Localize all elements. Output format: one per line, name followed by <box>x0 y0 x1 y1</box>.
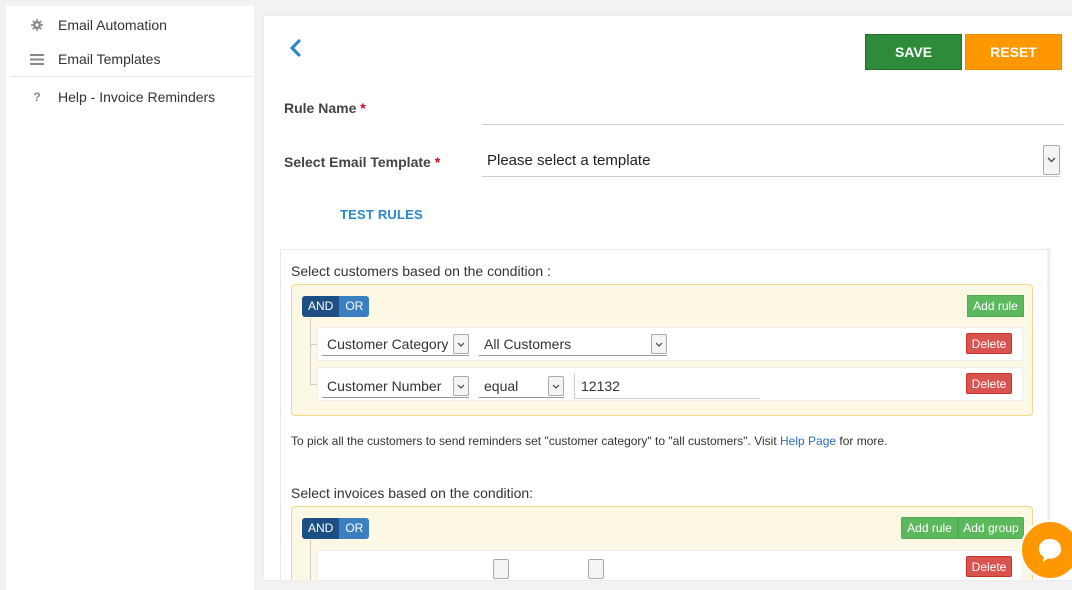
or-button[interactable]: OR <box>339 518 370 539</box>
rule-row: Customer Category All Customers Delete <box>317 327 1023 361</box>
template-select[interactable]: Please select a template <box>482 145 1060 177</box>
sidebar-item-help-invoice-reminders[interactable]: ? Help - Invoice Reminders <box>6 82 252 112</box>
back-button[interactable] <box>288 38 306 62</box>
sidebar-item-email-automation[interactable]: Email Automation <box>6 10 252 40</box>
rule-field-value: Customer Category <box>327 336 449 352</box>
tree-line <box>310 318 311 384</box>
invoices-condition-title: Select invoices based on the condition: <box>291 485 534 501</box>
delete-rule-button[interactable]: Delete <box>966 373 1012 394</box>
customers-note: To pick all the customers to send remind… <box>291 434 887 448</box>
main-card: SAVE RESET Rule Name * Select Email Temp… <box>264 16 1072 580</box>
rule-operator-select[interactable] <box>519 558 604 580</box>
chat-bubble-icon <box>1039 539 1061 562</box>
customers-condition-title: Select customers based on the condition … <box>291 263 551 279</box>
tree-line <box>310 540 311 580</box>
chevron-down-icon <box>651 334 667 354</box>
rule-field-value: Customer Number <box>327 378 442 394</box>
invoices-and-or-toggle: AND OR <box>302 518 370 539</box>
list-icon <box>26 53 48 65</box>
add-rule-button[interactable]: Add rule <box>901 517 958 539</box>
template-label: Select Email Template * <box>284 154 440 170</box>
template-label-text: Select Email Template <box>284 154 431 170</box>
template-select-value: Please select a template <box>487 152 651 169</box>
delete-rule-button[interactable]: Delete <box>966 556 1012 577</box>
help-page-link[interactable]: Help Page <box>780 434 836 448</box>
conditions-panel: Select customers based on the condition … <box>280 249 1050 580</box>
question-icon: ? <box>33 90 41 104</box>
sidebar-item-email-templates[interactable]: Email Templates <box>6 44 252 74</box>
required-mark: * <box>360 100 366 116</box>
chevron-down-icon <box>453 376 469 396</box>
chat-button[interactable] <box>1020 520 1072 580</box>
required-mark: * <box>434 154 441 170</box>
customers-note-suffix: for more. <box>836 434 888 448</box>
rule-operator-select[interactable]: equal <box>479 375 564 398</box>
sidebar: Email Automation Email Templates ? Help … <box>6 6 254 590</box>
delete-rule-button[interactable]: Delete <box>966 333 1012 354</box>
rule-name-input[interactable] <box>482 96 1064 125</box>
save-button[interactable]: SAVE <box>865 34 962 70</box>
or-button[interactable]: OR <box>339 296 370 317</box>
rule-name-label: Rule Name * <box>284 100 366 116</box>
chevron-down-icon <box>453 334 469 354</box>
rule-field-select[interactable]: Customer Number <box>322 375 469 398</box>
scrollbar-thumb[interactable] <box>1049 267 1050 449</box>
customers-and-or-toggle: AND OR <box>302 296 370 317</box>
rule-operator-value: equal <box>484 378 519 394</box>
and-button[interactable]: AND <box>302 296 340 317</box>
customers-note-text: To pick all the customers to send remind… <box>291 434 781 448</box>
customers-rule-group: AND OR Add rule Customer Category All Cu… <box>291 284 1033 416</box>
rule-name-label-text: Rule Name <box>284 100 357 116</box>
sidebar-item-label: Help - Invoice Reminders <box>58 89 216 105</box>
add-rule-button[interactable]: Add rule <box>967 295 1024 317</box>
chevron-left-icon <box>290 39 301 57</box>
invoices-rule-group: AND OR Add rule Add group Delete <box>291 506 1033 580</box>
and-button[interactable]: AND <box>302 518 340 539</box>
sidebar-item-label: Email Automation <box>58 17 167 33</box>
sidebar-divider <box>10 76 252 77</box>
rule-field-select[interactable] <box>322 558 509 580</box>
reset-button[interactable]: RESET <box>965 34 1062 70</box>
test-rules-link[interactable]: TEST RULES <box>340 207 423 222</box>
chevron-down-icon <box>1043 145 1060 175</box>
chevron-down-icon <box>548 376 564 396</box>
scroll-up-icon[interactable]: ▲ <box>1047 250 1049 266</box>
rule-value-input[interactable] <box>574 373 760 399</box>
sidebar-item-label: Email Templates <box>58 51 161 67</box>
chevron-down-icon <box>493 559 509 579</box>
rule-operator-select[interactable]: All Customers <box>479 333 667 356</box>
rule-row: Customer Number equal Delete <box>317 367 1023 401</box>
rule-operator-value: All Customers <box>484 336 572 352</box>
chevron-down-icon <box>588 559 604 579</box>
add-group-button[interactable]: Add group <box>958 517 1024 539</box>
rule-row: Delete <box>317 550 1023 580</box>
rule-field-select[interactable]: Customer Category <box>322 333 469 356</box>
gear-icon <box>26 19 48 31</box>
